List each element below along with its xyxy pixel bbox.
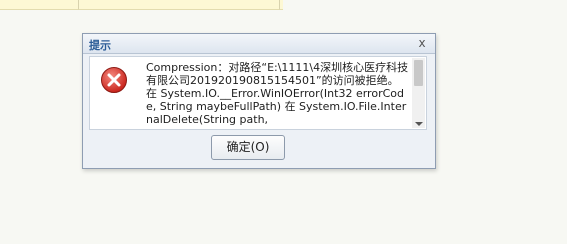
dialog-title-bar[interactable]: 提示 x [83,34,435,54]
ok-button[interactable]: 确定(O) [211,135,285,160]
scrollbar-thumb[interactable] [414,60,423,86]
error-dialog: 提示 x Compression：对路径“E:\1111\4深圳核心医疗科技有限… [82,33,436,169]
message-scroll-area[interactable]: Compression：对路径“E:\1111\4深圳核心医疗科技有限公司201… [146,61,412,127]
background-cell [79,0,280,10]
close-icon[interactable]: x [415,36,429,50]
dialog-title: 提示 [89,39,111,52]
message-area: Compression：对路径“E:\1111\4深圳核心医疗科技有限公司201… [89,56,427,130]
scroll-down-arrow-icon[interactable] [415,122,423,126]
background-cell [280,0,283,10]
background-cell [0,0,79,10]
error-message: Compression：对路径“E:\1111\4深圳核心医疗科技有限公司201… [146,61,409,126]
message-scrollbar[interactable] [412,58,425,128]
error-icon [101,67,127,93]
